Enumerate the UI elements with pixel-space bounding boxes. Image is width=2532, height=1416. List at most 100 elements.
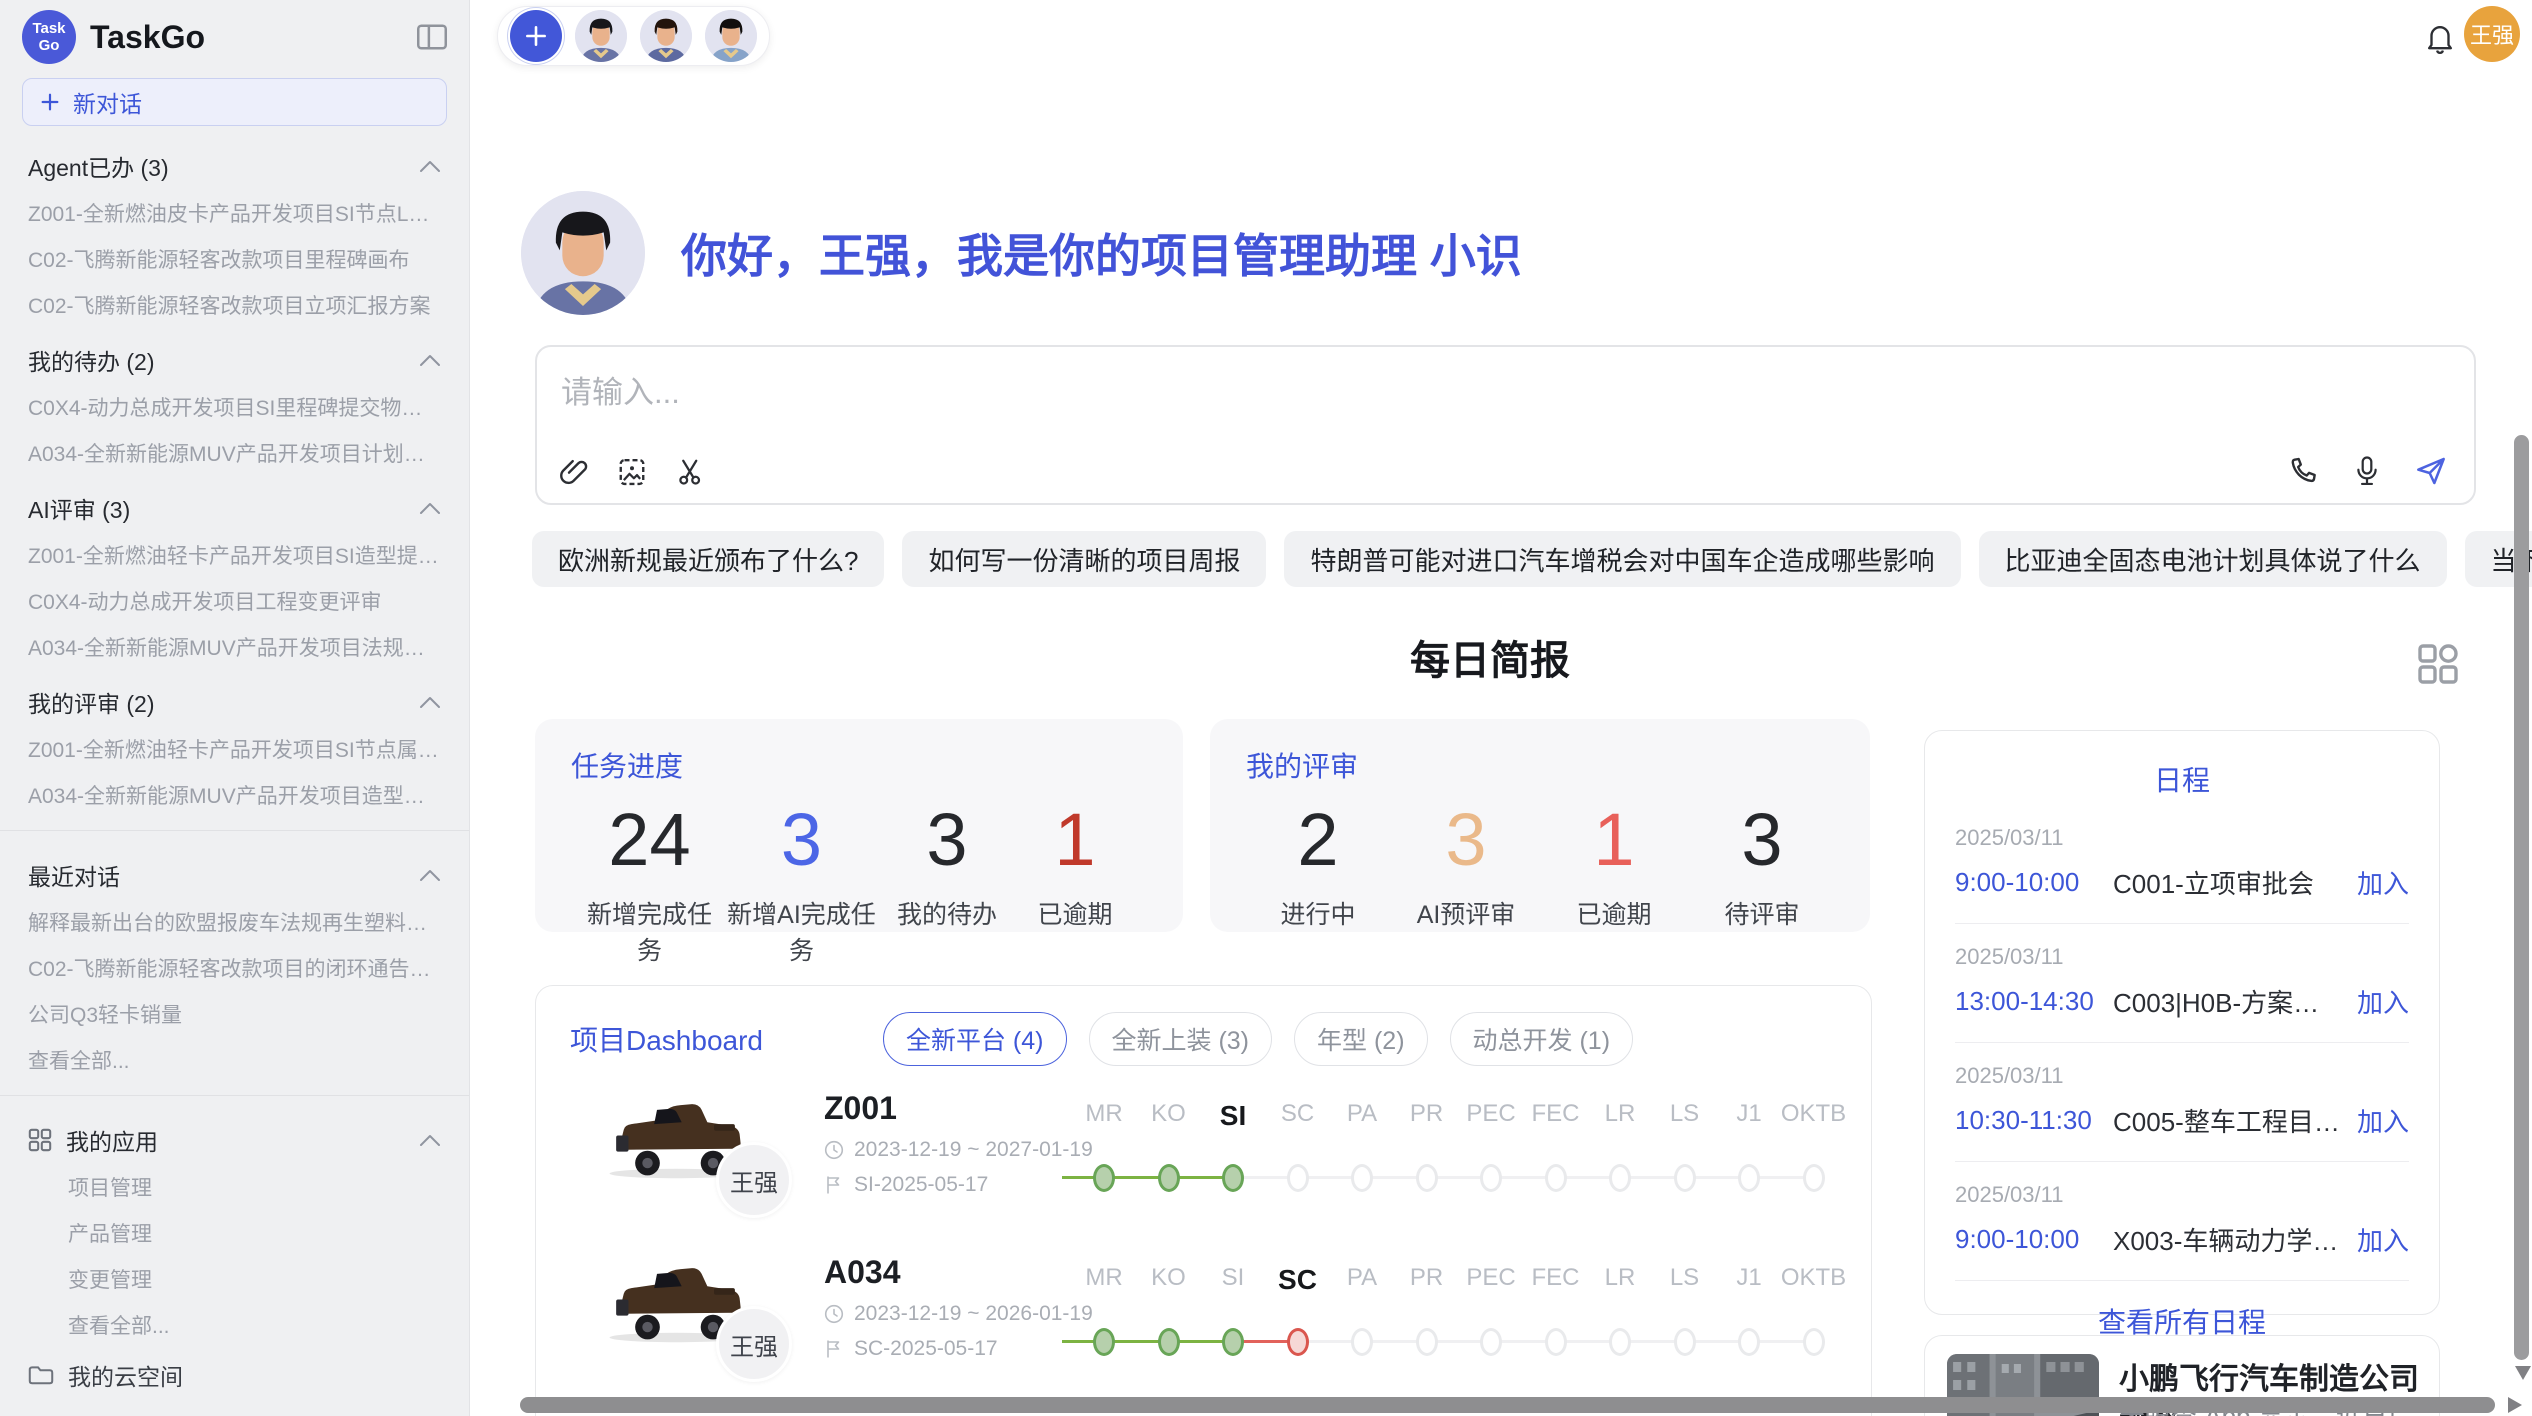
event-join-link[interactable]: 加入 bbox=[2357, 1221, 2409, 1258]
milestone-node[interactable] bbox=[1609, 1164, 1631, 1192]
dashboard-filter-chip[interactable]: 全新上装 (3) bbox=[1089, 1012, 1273, 1066]
sidebar-link[interactable]: 我的收藏 bbox=[22, 1402, 447, 1416]
chat-input[interactable]: 请输入... bbox=[561, 367, 680, 412]
milestone-line-done bbox=[1062, 1340, 1233, 1343]
sidebar-task-item[interactable]: C02-飞腾新能源轻客改款项目立项汇报方案 bbox=[22, 282, 447, 328]
milestone-node[interactable] bbox=[1480, 1164, 1502, 1192]
sidebar-apps-title[interactable]: 我的应用 bbox=[22, 1108, 447, 1164]
milestone-node[interactable] bbox=[1738, 1164, 1760, 1192]
sidebar-group-title[interactable]: AI评审 (3) bbox=[22, 476, 447, 532]
sidebar-task-item[interactable]: A034-全新新能源MUV产品开发项目造型可行性评审 bbox=[22, 772, 447, 818]
milestone-node[interactable] bbox=[1480, 1328, 1502, 1356]
sidebar-app-item[interactable]: 查看全部... bbox=[22, 1302, 447, 1348]
milestone-node[interactable] bbox=[1093, 1164, 1115, 1192]
suggestion-chip[interactable]: 如何写一份清晰的项目周报 bbox=[902, 531, 1266, 587]
milestone-node[interactable] bbox=[1674, 1328, 1696, 1356]
sidebar-task-item[interactable]: C02-飞腾新能源轻客改款项目里程碑画布 bbox=[22, 236, 447, 282]
horizontal-scrollbar[interactable] bbox=[520, 1397, 2495, 1413]
notifications-bell-icon[interactable] bbox=[2424, 22, 2456, 56]
dashboard-header: 项目Dashboard 全新平台 (4)全新上装 (3)年型 (2)动总开发 (… bbox=[536, 986, 1871, 1066]
stat-label: 我的待办 bbox=[883, 895, 1011, 931]
scissors-icon[interactable] bbox=[675, 457, 705, 487]
sidebar-recent-title[interactable]: 最近对话 bbox=[22, 843, 447, 899]
milestone-node[interactable] bbox=[1158, 1164, 1180, 1192]
scroll-right-arrow-icon[interactable] bbox=[2508, 1397, 2522, 1413]
sidebar-app-item[interactable]: 项目管理 bbox=[22, 1164, 447, 1210]
milestone-node[interactable] bbox=[1222, 1164, 1244, 1192]
attachment-icon[interactable] bbox=[559, 457, 589, 487]
milestone-node[interactable] bbox=[1416, 1328, 1438, 1356]
event-date: 2025/03/11 bbox=[1955, 1063, 2409, 1089]
session-avatar[interactable] bbox=[705, 10, 757, 62]
project-flag-milestone: SI-2025-05-17 bbox=[824, 1173, 1093, 1197]
collapse-sidebar-icon[interactable] bbox=[417, 24, 447, 50]
stat-card-title: 我的评审 bbox=[1246, 745, 1834, 785]
recent-chat-item[interactable]: 解释最新出台的欧盟报废车法规再生塑料比例被调至15%... bbox=[22, 899, 447, 945]
sidebar-apps: 我的应用项目管理产品管理变更管理查看全部... bbox=[22, 1108, 447, 1348]
vertical-scrollbar[interactable] bbox=[2514, 435, 2529, 1360]
milestone-node[interactable] bbox=[1222, 1328, 1244, 1356]
suggestion-chip[interactable]: 比亚迪全固态电池计划具体说了什么 bbox=[1979, 531, 2447, 587]
sidebar-task-item[interactable]: C0X4-动力总成开发项目SI里程碑提交物检查 bbox=[22, 384, 447, 430]
sidebar-group-title[interactable]: 我的评审 (2) bbox=[22, 670, 447, 726]
recent-chat-item[interactable]: C02-飞腾新能源轻客改款项目的闭环通告反馈情况 bbox=[22, 945, 447, 991]
milestone-node[interactable] bbox=[1803, 1328, 1825, 1356]
milestone-node[interactable] bbox=[1674, 1164, 1696, 1192]
milestone-label: MR bbox=[1085, 1264, 1122, 1292]
sidebar-task-item[interactable]: Z001-全新燃油轻卡产品开发项目SI节点属性5D文件评审 bbox=[22, 726, 447, 772]
dashboard-filter-chip[interactable]: 动总开发 (1) bbox=[1450, 1012, 1634, 1066]
phone-icon[interactable] bbox=[2288, 455, 2320, 487]
milestone-node[interactable] bbox=[1609, 1328, 1631, 1356]
new-session-button[interactable] bbox=[510, 10, 562, 62]
project-flag-milestone: SC-2025-05-17 bbox=[824, 1337, 1093, 1361]
sidebar-links: 我的云空间我的收藏 bbox=[22, 1348, 447, 1416]
session-avatar[interactable] bbox=[575, 10, 627, 62]
recent-chat-item[interactable]: 公司Q3轻卡销量 bbox=[22, 991, 447, 1037]
suggestion-chip[interactable]: 特朗普可能对进口汽车增税会对中国车企造成哪些影响 bbox=[1284, 531, 1960, 587]
milestone-node[interactable] bbox=[1545, 1328, 1567, 1356]
scroll-down-arrow-icon[interactable] bbox=[2515, 1366, 2531, 1380]
event-join-link[interactable]: 加入 bbox=[2357, 1102, 2409, 1139]
suggestion-chip[interactable]: 欧洲新规最近颁布了什么? bbox=[532, 531, 884, 587]
milestone-node[interactable] bbox=[1803, 1164, 1825, 1192]
milestone-node[interactable] bbox=[1351, 1164, 1373, 1192]
stat-label: 已逾期 bbox=[1550, 895, 1678, 931]
sidebar-app-item[interactable]: 变更管理 bbox=[22, 1256, 447, 1302]
milestone-node[interactable] bbox=[1351, 1328, 1373, 1356]
picture-icon[interactable] bbox=[617, 457, 647, 487]
schedule-events: 2025/03/119:00-10:00C001-立项审批会加入2025/03/… bbox=[1925, 799, 2439, 1281]
sidebar-group-title[interactable]: Agent已办 (3) bbox=[22, 134, 447, 190]
send-icon[interactable] bbox=[2414, 455, 2448, 487]
sidebar-task-item[interactable]: C0X4-动力总成开发项目工程变更评审 bbox=[22, 578, 447, 624]
sidebar-task-item[interactable]: Z001-全新燃油轻卡产品开发项目SI造型提交物评审 bbox=[22, 532, 447, 578]
sidebar-app-item[interactable]: 产品管理 bbox=[22, 1210, 447, 1256]
milestone-node[interactable] bbox=[1287, 1328, 1309, 1356]
new-chat-button[interactable]: 新对话 bbox=[22, 78, 447, 126]
session-avatar[interactable] bbox=[640, 10, 692, 62]
sidebar-link[interactable]: 我的云空间 bbox=[22, 1348, 447, 1402]
layout-grid-icon[interactable] bbox=[2416, 642, 2460, 686]
sidebar-group-title[interactable]: 我的待办 (2) bbox=[22, 328, 447, 384]
user-avatar[interactable]: 王强 bbox=[2464, 6, 2520, 62]
milestone-node[interactable] bbox=[1416, 1164, 1438, 1192]
milestone-node[interactable] bbox=[1545, 1164, 1567, 1192]
event-join-link[interactable]: 加入 bbox=[2357, 864, 2409, 901]
milestone-node[interactable] bbox=[1093, 1328, 1115, 1356]
recent-chat-item[interactable]: 查看全部... bbox=[22, 1037, 447, 1083]
microphone-icon[interactable] bbox=[2352, 455, 2382, 487]
project-row: 王强Z0012023-12-19 ~ 2027-01-19SI-2025-05-… bbox=[536, 1072, 1871, 1230]
composer-left-tools bbox=[559, 457, 705, 487]
event-join-link[interactable]: 加入 bbox=[2357, 983, 2409, 1020]
app-window: Task Go TaskGo 新对话 Agent已办 (3)Z001-全新燃油皮… bbox=[0, 0, 2532, 1416]
dashboard-filter-chip[interactable]: 年型 (2) bbox=[1294, 1012, 1428, 1066]
milestone-node[interactable] bbox=[1738, 1328, 1760, 1356]
milestone-node[interactable] bbox=[1287, 1164, 1309, 1192]
sidebar-task-item[interactable]: A034-全新新能源MUV产品开发项目计划变更表编写 bbox=[22, 430, 447, 476]
sidebar-task-item[interactable]: A034-全新新能源MUV产品开发项目法规符合性评审 bbox=[22, 624, 447, 670]
sidebar-task-item[interactable]: Z001-全新燃油皮卡产品开发项目SI节点Lesson Learn报告 bbox=[22, 190, 447, 236]
milestone-node[interactable] bbox=[1158, 1328, 1180, 1356]
milestone-label: LR bbox=[1605, 1264, 1636, 1292]
stat-value: 3 bbox=[1402, 803, 1530, 877]
dashboard-filter-chip[interactable]: 全新平台 (4) bbox=[883, 1012, 1067, 1066]
milestone-label: KO bbox=[1151, 1100, 1186, 1128]
